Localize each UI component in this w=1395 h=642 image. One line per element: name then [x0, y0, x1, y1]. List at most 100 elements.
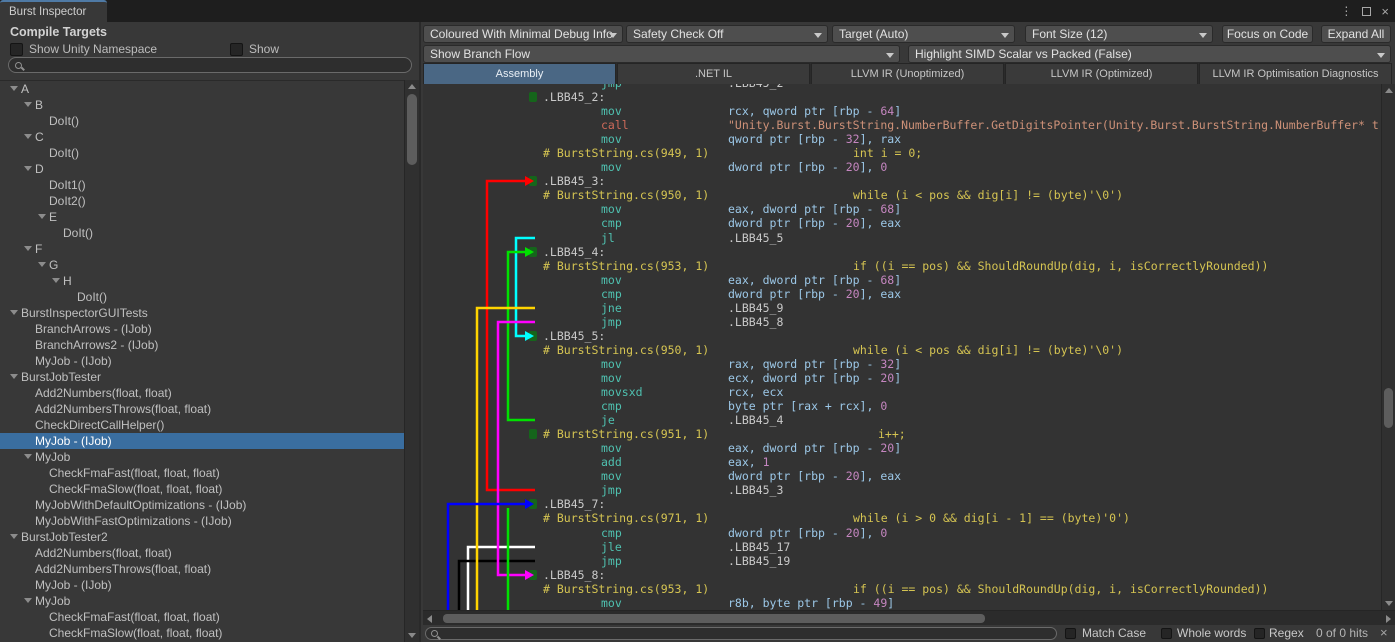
tree-item[interactable]: E [0, 209, 404, 225]
tree-item[interactable]: MyJobWithDefaultOptimizations - (IJob) [0, 497, 404, 513]
tab-burst-inspector[interactable]: Burst Inspector [0, 0, 107, 22]
tree-item[interactable]: DoIt() [0, 145, 404, 161]
tree-item[interactable]: A [0, 81, 404, 97]
dropdown-font-size[interactable]: Font Size (12) [1025, 25, 1213, 43]
tree-item[interactable]: MyJob - (IJob) [0, 577, 404, 593]
code-vscroll-thumb[interactable] [1384, 388, 1393, 428]
code-search-input[interactable] [442, 628, 1056, 639]
expander-down-icon[interactable] [24, 454, 32, 459]
scroll-up-icon[interactable] [1385, 88, 1393, 93]
tree-item[interactable]: Add2Numbers(float, float) [0, 545, 404, 561]
tab-llvm-ir-optimized[interactable]: LLVM IR (Optimized) [1005, 63, 1198, 84]
tab-llvm-ir-diagnostics[interactable]: LLVM IR Optimisation Diagnostics [1199, 63, 1392, 84]
expander-down-icon[interactable] [24, 134, 32, 139]
expander-down-icon[interactable] [10, 310, 18, 315]
expander-down-icon[interactable] [10, 534, 18, 539]
tree-scrollbar[interactable] [404, 80, 419, 642]
tree-item[interactable]: BurstJobTester [0, 369, 404, 385]
tree-item[interactable]: F [0, 241, 404, 257]
expander-down-icon[interactable] [10, 374, 18, 379]
checkbox-icon[interactable] [230, 43, 243, 56]
scroll-down-icon[interactable] [1385, 601, 1393, 606]
scroll-down-icon[interactable] [408, 633, 416, 638]
expand-all-button[interactable]: Expand All [1321, 25, 1391, 43]
expander-down-icon[interactable] [24, 102, 32, 107]
dropdown-target[interactable]: Target (Auto) [832, 25, 1015, 43]
tree-item-label: MyJobWithDefaultOptimizations - (IJob) [35, 498, 246, 512]
expander-down-icon[interactable] [24, 246, 32, 251]
sidebar-search-input[interactable] [27, 59, 411, 71]
regex-checkbox[interactable] [1254, 628, 1265, 639]
whole-words-checkbox[interactable] [1161, 628, 1172, 639]
tree-item[interactable]: MyJob - (IJob) [0, 433, 404, 449]
tree-item-label: Add2NumbersThrows(float, float) [35, 562, 211, 576]
tree-item-label: H [63, 274, 72, 288]
window-title: Burst Inspector [9, 6, 86, 18]
scroll-right-icon[interactable] [1386, 615, 1391, 623]
match-case-checkbox[interactable] [1065, 628, 1076, 639]
expander-down-icon[interactable] [24, 598, 32, 603]
scroll-left-icon[interactable] [427, 615, 432, 623]
tree-item[interactable]: Add2Numbers(float, float) [0, 385, 404, 401]
dropdown-simd-highlight[interactable]: Highlight SIMD Scalar vs Packed (False) [908, 45, 1391, 63]
tree-item[interactable]: DoIt1() [0, 177, 404, 193]
code-line: je.LBB45_4 [423, 413, 1381, 427]
expander-down-icon[interactable] [24, 166, 32, 171]
tree-item[interactable]: G [0, 257, 404, 273]
dropdown-safety-check[interactable]: Safety Check Off [626, 25, 828, 43]
tree-item[interactable]: DoIt() [0, 113, 404, 129]
expander-down-icon[interactable] [52, 278, 60, 283]
tree-item[interactable]: CheckFmaSlow(float, float, float) [0, 481, 404, 497]
code-line: .LBB45_3: [423, 174, 1381, 188]
tree-item[interactable]: CheckDirectCallHelper() [0, 417, 404, 433]
tree-item[interactable]: DoIt() [0, 225, 404, 241]
expander-down-icon[interactable] [10, 86, 18, 91]
tree-item[interactable]: MyJobWithFastOptimizations - (IJob) [0, 513, 404, 529]
dropdown-branch-flow[interactable]: Show Branch Flow [423, 45, 900, 63]
tree-item[interactable]: CheckFmaSlow(float, float, float) [0, 625, 404, 641]
dropdown-debug-info[interactable]: Coloured With Minimal Debug Info [423, 25, 623, 43]
chevron-down-icon [1001, 33, 1009, 38]
maximize-icon[interactable] [1362, 7, 1371, 16]
tab-llvm-ir-unoptimized[interactable]: LLVM IR (Unoptimized) [811, 63, 1004, 84]
checkbox-icon[interactable] [10, 43, 23, 56]
tree-item[interactable]: BranchArrows2 - (IJob) [0, 337, 404, 353]
tree-item-label: MyJob - (IJob) [35, 354, 112, 368]
code-vertical-scrollbar[interactable] [1381, 84, 1395, 610]
tree-item[interactable]: BurstInspectorGUITests [0, 305, 404, 321]
tab-assembly[interactable]: Assembly [423, 63, 616, 84]
tree-item[interactable]: MyJob [0, 593, 404, 609]
tree-item[interactable]: BranchArrows - (IJob) [0, 321, 404, 337]
scroll-up-icon[interactable] [408, 84, 416, 89]
tree-item[interactable]: MyJob [0, 449, 404, 465]
close-icon[interactable]: × [1381, 5, 1389, 18]
code-horizontal-scrollbar[interactable] [423, 610, 1395, 625]
expander-down-icon[interactable] [38, 214, 46, 219]
tree-item[interactable]: C [0, 129, 404, 145]
find-close-icon[interactable]: × [1380, 625, 1388, 640]
tree-item[interactable]: CheckFmaFast(float, float, float) [0, 465, 404, 481]
checkbox-show-unity-namespace[interactable]: Show Unity Namespace [10, 42, 157, 56]
tree-item[interactable]: MyJob - (IJob) [0, 353, 404, 369]
tree-item[interactable]: DoIt2() [0, 193, 404, 209]
code-search-field[interactable] [425, 627, 1057, 640]
tree-item[interactable]: Add2NumbersThrows(float, float) [0, 401, 404, 417]
more-options-icon[interactable]: ⋮ [1340, 5, 1352, 17]
tree-item[interactable]: BurstJobTester2 [0, 529, 404, 545]
code-hscroll-thumb[interactable] [443, 614, 985, 623]
tree-item[interactable]: B [0, 97, 404, 113]
tree-item[interactable]: D [0, 161, 404, 177]
expander-down-icon[interactable] [38, 262, 46, 267]
tab-net-il[interactable]: .NET IL [617, 63, 810, 84]
tree-item[interactable]: Add2NumbersThrows(float, float) [0, 561, 404, 577]
tree-item[interactable]: CheckFmaFast(float, float, float) [0, 609, 404, 625]
sidebar-search-field[interactable] [8, 57, 412, 73]
code-line: movsxdrcx, ecx [423, 385, 1381, 399]
tree-item-label: DoIt1() [49, 178, 86, 192]
tree-item[interactable]: DoIt() [0, 289, 404, 305]
tree-item[interactable]: H [0, 273, 404, 289]
tree-item-label: F [35, 242, 42, 256]
burst-inspector-window: Burst Inspector ⋮ × Compile Targets Show… [0, 0, 1395, 642]
focus-on-code-button[interactable]: Focus on Code [1222, 25, 1313, 43]
tree-scroll-thumb[interactable] [407, 94, 417, 165]
